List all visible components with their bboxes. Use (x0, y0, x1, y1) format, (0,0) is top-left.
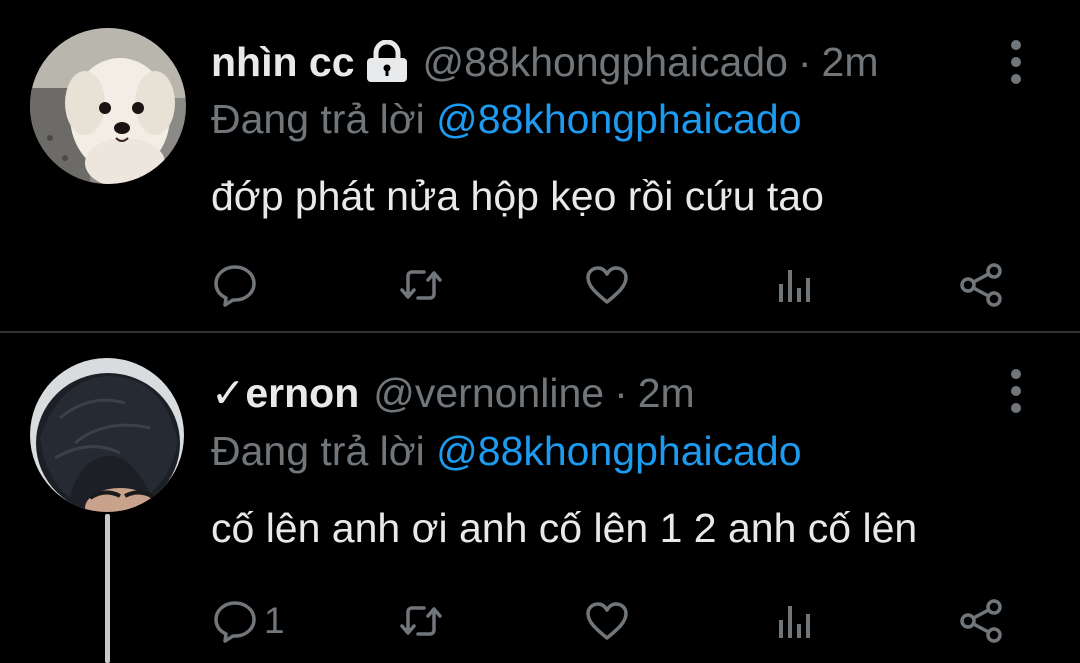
tweet[interactable]: nhìn cc @88khongphaicado · 2m Đang trả l… (0, 0, 1080, 331)
separator-dot: · (797, 38, 812, 85)
like-button[interactable] (584, 255, 630, 315)
replying-prefix: Đang trả lời (211, 96, 425, 142)
tweet-header: nhìn cc @88khongphaicado · 2m (211, 34, 879, 90)
reply-icon (212, 262, 258, 308)
analytics-icon (772, 262, 818, 308)
user-handle[interactable]: @vernonline (373, 370, 604, 417)
tweet-header: ✓ernon @vernonline · 2m (211, 365, 695, 421)
retweet-icon (398, 262, 444, 308)
tweet-actions: 1 (0, 591, 1080, 651)
timestamp[interactable]: 2m (638, 370, 695, 417)
tweet[interactable]: ✓ernon @vernonline · 2m Đang trả lời @88… (0, 333, 1080, 663)
mention-link[interactable]: @88khongphaicado (436, 428, 801, 474)
retweet-button[interactable] (398, 591, 444, 651)
replying-to: Đang trả lời @88khongphaicado (211, 428, 802, 480)
replying-to: Đang trả lời @88khongphaicado (211, 96, 802, 148)
retweet-icon (398, 598, 444, 644)
reply-icon (212, 598, 258, 644)
share-button[interactable] (958, 255, 1004, 315)
reply-button[interactable] (212, 255, 264, 315)
share-button[interactable] (958, 591, 1004, 651)
analytics-icon (772, 598, 818, 644)
like-button[interactable] (584, 591, 630, 651)
display-name[interactable]: ✓ernon (211, 369, 359, 417)
analytics-button[interactable] (772, 591, 818, 651)
white-dog-avatar (30, 28, 186, 184)
user-handle[interactable]: @88khongphaicado (423, 39, 788, 86)
reply-button[interactable]: 1 (212, 591, 285, 651)
timestamp[interactable]: 2m (822, 39, 879, 86)
lock-icon (365, 39, 409, 84)
avatar[interactable] (30, 358, 184, 512)
tweet-text: đớp phát nửa hộp kẹo rồi cứu tao (211, 173, 824, 219)
heart-icon (584, 262, 630, 308)
retweet-button[interactable] (398, 255, 444, 315)
replying-prefix: Đang trả lời (211, 428, 425, 474)
mention-link[interactable]: @88khongphaicado (436, 96, 801, 142)
more-vertical-icon[interactable] (1002, 366, 1030, 416)
share-icon (958, 598, 1004, 644)
reply-count: 1 (264, 600, 285, 641)
analytics-button[interactable] (772, 255, 818, 315)
more-vertical-icon[interactable] (1002, 37, 1030, 87)
dark-hair-person-avatar (30, 358, 184, 512)
heart-icon (584, 598, 630, 644)
display-name[interactable]: nhìn cc (211, 39, 355, 86)
share-icon (958, 262, 1004, 308)
tweet-feed: nhìn cc @88khongphaicado · 2m Đang trả l… (0, 0, 1080, 663)
avatar[interactable] (30, 28, 186, 184)
tweet-text: cố lên anh ơi anh cố lên 1 2 anh cố lên (211, 505, 918, 551)
separator-dot: · (614, 369, 628, 416)
tweet-actions (0, 255, 1080, 315)
